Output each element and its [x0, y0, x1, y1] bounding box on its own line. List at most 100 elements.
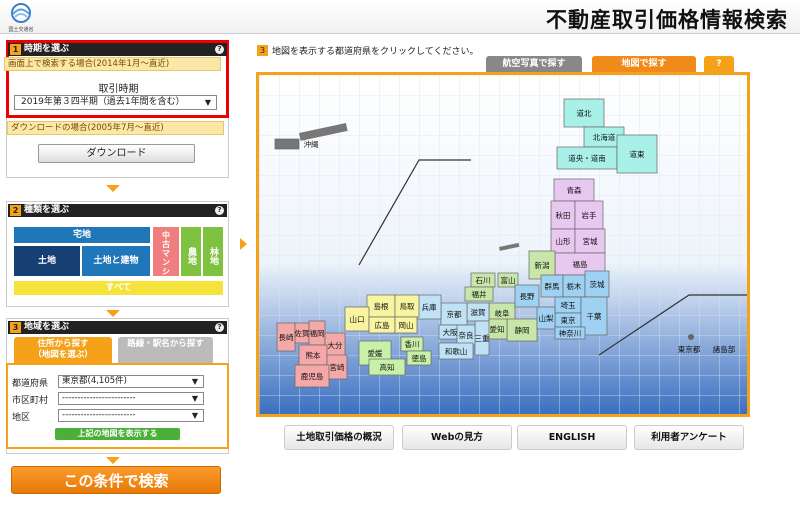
prefecture-label[interactable]: 山梨	[539, 313, 554, 323]
prefecture-kanto-6[interactable]: 神奈川	[554, 326, 586, 340]
prefecture-label[interactable]: 岩手	[582, 210, 597, 220]
prefecture-kyushu-1[interactable]: 佐賀	[295, 322, 310, 344]
rinchi-button[interactable]: 林地	[203, 227, 223, 276]
prefecture-label[interactable]: 大分	[328, 340, 343, 350]
prefecture-label[interactable]: 富山	[501, 275, 516, 285]
prefecture-label[interactable]: 秋田	[556, 210, 571, 220]
download-button[interactable]: ダウンロード	[38, 144, 195, 163]
prefecture-hokkaido-3[interactable]: 道東	[616, 134, 658, 174]
prefecture-shikoku-0[interactable]: 香川	[400, 336, 424, 352]
tab-line-station-search[interactable]: 路線・駅名から探す	[118, 337, 213, 363]
prefecture-label[interactable]: 佐賀	[295, 328, 310, 338]
prefecture-label[interactable]: 道東	[630, 149, 645, 159]
city-select[interactable]: ------------------------ ▼	[58, 392, 204, 405]
prefecture-label[interactable]: 鹿児島	[301, 371, 324, 381]
prefecture-label[interactable]: 栃木	[567, 281, 582, 291]
prefecture-label[interactable]: 滋賀	[471, 307, 486, 317]
prefecture-label[interactable]: 福井	[472, 289, 487, 299]
tab-map[interactable]: 地図で探す	[592, 56, 696, 73]
prefecture-shape[interactable]	[274, 138, 300, 150]
prefecture-kyushu-4[interactable]: 熊本	[298, 344, 328, 366]
prefecture-chugoku-3[interactable]: 広島	[368, 316, 396, 334]
prefecture-label[interactable]: 諸島部	[713, 344, 736, 354]
prefecture-chubu-2[interactable]: 石川	[470, 272, 496, 288]
prefecture-label[interactable]: 愛媛	[368, 348, 383, 358]
prefecture-kanto-1[interactable]: 栃木	[562, 274, 586, 298]
prefecture-label[interactable]: 沖縄	[304, 139, 319, 149]
web-guide-button[interactable]: Webの見方	[402, 425, 512, 450]
prefecture-chubu-6[interactable]: 愛知	[486, 318, 508, 340]
prefecture-kyushu-3[interactable]: 大分	[324, 332, 346, 358]
prefecture-label[interactable]: 愛知	[490, 324, 505, 334]
prefecture-label[interactable]: 和歌山	[445, 346, 468, 356]
prefecture-chugoku-0[interactable]: 島根	[366, 294, 396, 318]
prefecture-label[interactable]: 東京都	[678, 344, 701, 354]
chuko-mansion-button[interactable]: 中古マンション等	[153, 227, 179, 303]
prefecture-label[interactable]: 岐阜	[495, 308, 510, 318]
prefecture-kinki-3[interactable]: 兵庫	[416, 294, 442, 320]
prefecture-tohoku-3[interactable]: 山形	[550, 228, 576, 254]
prefecture-islands-0[interactable]: 東京都	[678, 344, 701, 354]
prefecture-label[interactable]: 静岡	[515, 325, 530, 335]
prefecture-kanto-0[interactable]: 群馬	[540, 274, 564, 298]
prefecture-label[interactable]: 道央・道南	[568, 153, 606, 163]
search-button[interactable]: この条件で検索	[11, 466, 221, 494]
english-button[interactable]: ENGLISH	[517, 425, 627, 450]
prefecture-label[interactable]: 長崎	[279, 332, 294, 342]
prefecture-label[interactable]: 宮崎	[330, 362, 345, 372]
prefecture-kanto-8[interactable]: 長野	[514, 284, 540, 308]
prefecture-okinawa-0[interactable]: 沖縄	[274, 138, 319, 150]
prefecture-tohoku-0[interactable]: 青森	[553, 178, 595, 202]
prefecture-hokkaido-0[interactable]: 道北	[563, 98, 605, 128]
prefecture-kanto-7[interactable]: 山梨	[536, 306, 556, 330]
prefecture-label[interactable]: 道北	[577, 108, 592, 118]
prefecture-label[interactable]: 福岡	[310, 329, 325, 338]
prefecture-chugoku-2[interactable]: 山口	[344, 306, 370, 332]
help-icon[interactable]: ?	[215, 323, 224, 332]
prefecture-label[interactable]: 東京	[561, 315, 576, 325]
prefecture-label[interactable]: 群馬	[545, 281, 560, 291]
prefecture-label[interactable]: 奈良	[459, 330, 474, 340]
survey-button[interactable]: 利用者アンケート	[634, 425, 744, 450]
period-select[interactable]: 2019年第３四半期（過去1年間を含む） ▼	[14, 95, 217, 110]
prefecture-label[interactable]: 京都	[447, 309, 462, 319]
prefecture-label[interactable]: 茨城	[590, 279, 605, 289]
prefecture-shikoku-2[interactable]: 徳島	[406, 350, 432, 366]
prefecture-label[interactable]: 長野	[520, 292, 535, 301]
prefecture-chubu-3[interactable]: 福井	[464, 286, 494, 302]
prefecture-chugoku-1[interactable]: 鳥取	[394, 294, 420, 318]
district-select[interactable]: ------------------------ ▼	[58, 409, 204, 422]
prefecture-label[interactable]: 石川	[476, 276, 491, 285]
prefecture-label[interactable]: 熊本	[306, 350, 321, 360]
prefecture-label[interactable]: 新潟	[535, 260, 550, 270]
prefecture-label[interactable]: 北海道	[593, 132, 616, 142]
prefecture-label[interactable]: 兵庫	[422, 302, 437, 312]
help-icon[interactable]: ?	[215, 206, 224, 215]
prefecture-kyushu-6[interactable]: 鹿児島	[294, 364, 330, 388]
tochi-button[interactable]: 土地	[14, 246, 80, 276]
prefecture-label[interactable]: 島根	[374, 301, 389, 311]
prefecture-label[interactable]: 岡山	[399, 320, 414, 330]
help-icon[interactable]: ?	[215, 45, 224, 54]
prefecture-label[interactable]: 徳島	[412, 353, 427, 363]
prefecture-hokkaido-2[interactable]: 道央・道南	[556, 146, 618, 170]
prefecture-kinki-6[interactable]: 和歌山	[438, 342, 474, 360]
prefecture-kyushu-5[interactable]: 宮崎	[326, 354, 348, 380]
prefecture-label[interactable]: 大阪	[443, 327, 458, 337]
all-types-button[interactable]: すべて	[14, 281, 223, 295]
prefecture-label[interactable]: 福島	[573, 259, 588, 269]
prefecture-label[interactable]: 山口	[350, 314, 365, 324]
prefecture-kinki-1[interactable]: 三重	[475, 320, 490, 356]
prefecture-kyushu-2[interactable]: 福岡	[308, 320, 326, 346]
pref-select[interactable]: 東京都(4,105件) ▼	[58, 375, 204, 388]
prefecture-label[interactable]: 広島	[375, 320, 390, 330]
map-help-icon[interactable]: ?	[704, 56, 734, 73]
show-map-button[interactable]: 上記の地図を表示する	[55, 428, 180, 440]
prefecture-label[interactable]: 千葉	[587, 311, 602, 321]
prefecture-label[interactable]: 宮城	[583, 236, 598, 246]
prefecture-shikoku-3[interactable]: 高知	[368, 358, 406, 376]
prefecture-label[interactable]: 神奈川	[559, 328, 582, 338]
prefecture-chubu-5[interactable]: 静岡	[506, 318, 538, 342]
prefecture-kinki-5[interactable]: 奈良	[456, 324, 476, 346]
prefecture-tohoku-1[interactable]: 秋田	[550, 200, 576, 230]
